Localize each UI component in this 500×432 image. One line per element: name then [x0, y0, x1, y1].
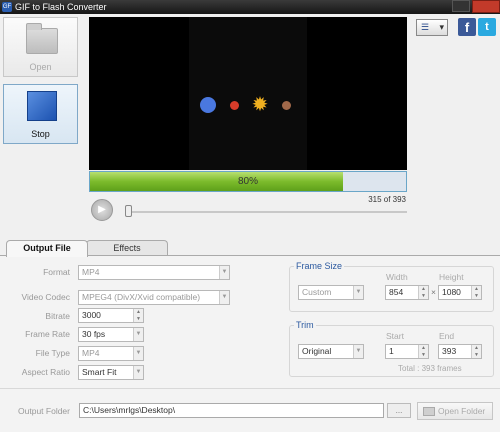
list-menu-button[interactable]: ☰ ▾ [416, 19, 448, 36]
frame-size-mode-select[interactable]: Custom ▼ [298, 285, 364, 300]
start-stepper[interactable]: 1 ▲ ▼ [385, 344, 429, 359]
chevron-down-icon: ▼ [133, 328, 143, 341]
total-frames: Total : 393 frames [398, 364, 462, 373]
twitter-icon[interactable]: t [478, 18, 496, 36]
tab-effects[interactable]: Effects [86, 240, 168, 256]
close-button[interactable] [472, 0, 500, 13]
bitrate-label: Bitrate [45, 311, 70, 321]
stepper-arrows-icon[interactable]: ▲ ▼ [133, 309, 143, 322]
width-value: 854 [389, 287, 404, 297]
frame-size-mode-value: Custom [302, 287, 332, 297]
file-type-label: File Type [35, 348, 70, 358]
output-folder-label: Output Folder [18, 406, 70, 416]
red-ball [230, 101, 239, 110]
frame-rate-select[interactable]: 30 fps ▼ [78, 327, 144, 342]
window-title: GIF to Flash Converter [15, 2, 107, 12]
frame-rate-label: Frame Rate [25, 329, 70, 339]
open-button[interactable]: Open [3, 17, 78, 77]
end-stepper[interactable]: 393 ▲ ▼ [438, 344, 482, 359]
video-codec-label: Video Codec [21, 292, 70, 302]
aspect-ratio-label: Aspect Ratio [21, 367, 70, 377]
preview-frame [189, 17, 307, 170]
format-select[interactable]: MP4 ▼ [78, 265, 230, 280]
times-icon: × [431, 287, 436, 297]
trim-mode-value: Original [302, 346, 332, 356]
height-stepper[interactable]: 1080 ▲ ▼ [438, 285, 482, 300]
chevron-down-icon: ▾ [439, 22, 444, 32]
format-value: MP4 [82, 267, 100, 277]
stepper-arrows-icon[interactable]: ▲ ▼ [418, 345, 428, 358]
chevron-down-icon: ▼ [133, 366, 143, 379]
conversion-progress: 80% [89, 171, 407, 192]
stepper-arrows-icon[interactable]: ▲ ▼ [471, 286, 481, 299]
frame-rate-value: 30 fps [82, 329, 106, 339]
chevron-down-icon: ▼ [133, 347, 143, 360]
frame-size-title: Frame Size [294, 261, 345, 271]
width-stepper[interactable]: 854 ▲ ▼ [385, 285, 429, 300]
folder-icon [26, 23, 58, 54]
progress-text: 80% [237, 176, 258, 187]
footer-divider [0, 388, 500, 389]
sun-icon: ✹ [251, 94, 269, 116]
chevron-down-icon: ▼ [219, 266, 229, 279]
chevron-down-icon: ▼ [353, 345, 363, 358]
height-value: 1080 [442, 287, 461, 297]
aspect-ratio-value: Smart Fit [82, 367, 117, 377]
chevron-down-icon: ▼ [353, 286, 363, 299]
frame-counter: 315 of 393 [368, 195, 406, 204]
tab-output-file[interactable]: Output File [6, 240, 88, 257]
aspect-ratio-select[interactable]: Smart Fit ▼ [78, 365, 144, 380]
blue-ball [200, 97, 216, 113]
list-icon: ☰ [421, 22, 430, 32]
title-bar: GF GIF to Flash Converter [0, 0, 500, 14]
height-label: Height [439, 272, 464, 282]
file-type-value: MP4 [82, 348, 100, 358]
stepper-arrows-icon[interactable]: ▲ ▼ [471, 345, 481, 358]
bitrate-stepper[interactable]: 3000 ▲ ▼ [78, 308, 144, 323]
play-icon[interactable]: ▶ [91, 199, 113, 221]
output-folder-input[interactable]: C:\Users\mrlgs\Desktop\ [79, 403, 384, 418]
format-label: Format [43, 267, 70, 277]
video-codec-select[interactable]: MPEG4 (DivX/Xvid compatible) ▼ [78, 290, 230, 305]
end-value: 393 [442, 346, 457, 356]
start-value: 1 [389, 346, 394, 356]
file-type-select[interactable]: MP4 ▼ [78, 346, 144, 361]
bitrate-value: 3000 [82, 310, 101, 320]
preview-area [89, 17, 407, 170]
end-label: End [439, 331, 455, 341]
trim-title: Trim [294, 320, 316, 330]
seek-track[interactable] [128, 211, 407, 213]
brown-ball [282, 101, 291, 110]
chevron-down-icon: ▼ [219, 291, 229, 304]
stepper-arrows-icon[interactable]: ▲ ▼ [418, 286, 428, 299]
stop-icon [27, 91, 57, 121]
minimize-button[interactable] [452, 0, 470, 12]
facebook-icon[interactable]: f [458, 18, 476, 36]
browse-button[interactable]: ... [387, 403, 411, 418]
seek-thumb[interactable] [125, 205, 132, 217]
stop-button[interactable]: Stop [3, 84, 78, 144]
app-icon: GF [2, 2, 12, 12]
open-folder-button[interactable]: Open Folder [417, 402, 493, 420]
open-folder-label: Open Folder [438, 406, 486, 416]
video-codec-value: MPEG4 (DivX/Xvid compatible) [82, 292, 201, 302]
open-button-label: Open [29, 62, 52, 72]
folder-icon [423, 407, 435, 416]
width-label: Width [386, 272, 408, 282]
start-label: Start [386, 331, 404, 341]
trim-mode-select[interactable]: Original ▼ [298, 344, 364, 359]
stop-button-label: Stop [31, 129, 50, 139]
